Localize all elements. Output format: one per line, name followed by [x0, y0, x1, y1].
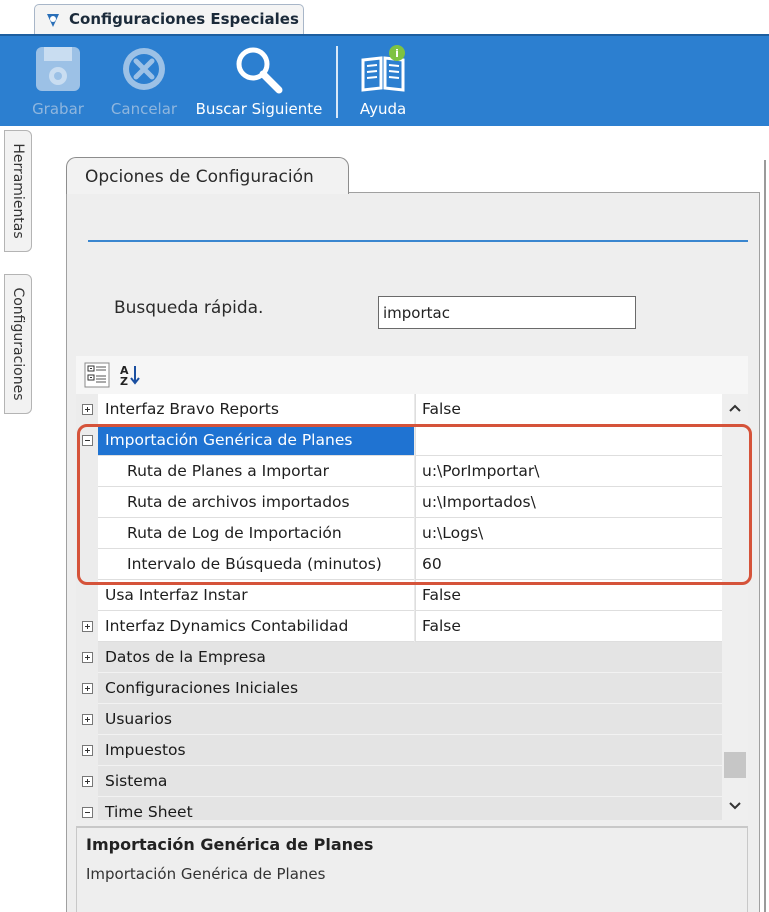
property-row[interactable]: Interfaz Dynamics Contabilidad False — [76, 611, 722, 642]
category-name: Configuraciones Iniciales — [98, 673, 722, 704]
expand-icon[interactable] — [82, 652, 93, 663]
category-row[interactable]: Datos de la Empresa — [76, 642, 722, 673]
toolbar-separator — [336, 46, 338, 118]
app-logo-icon — [47, 14, 59, 27]
svg-text:i: i — [395, 47, 399, 60]
side-tab-strip: Herramientas Configuraciones — [0, 126, 64, 912]
property-name: Ruta de Planes a Importar — [98, 456, 414, 487]
cancelar-label: Cancelar — [110, 100, 178, 118]
tab-configuraciones[interactable]: Configuraciones — [4, 274, 32, 414]
category-name: Datos de la Empresa — [98, 642, 722, 673]
ayuda-label: Ayuda — [359, 100, 407, 118]
description-text: Importación Genérica de Planes — [86, 865, 326, 883]
category-row[interactable]: Configuraciones Iniciales — [76, 673, 722, 704]
grabar-label: Grabar — [32, 100, 84, 118]
property-grid-toolbar: A Z — [76, 356, 748, 394]
category-row[interactable]: Time Sheet — [76, 797, 722, 820]
property-name: Importación Genérica de Planes — [98, 425, 414, 456]
property-value[interactable] — [415, 425, 722, 456]
tab-configuraciones-label: Configuraciones — [10, 287, 26, 401]
property-value[interactable]: False — [415, 580, 722, 611]
tab-opciones-configuracion[interactable]: Opciones de Configuración — [66, 157, 349, 194]
quick-search-label: Busqueda rápida. — [114, 298, 264, 318]
quick-search-input[interactable] — [378, 296, 636, 329]
sort-az-icon[interactable]: A Z — [116, 362, 142, 388]
property-row[interactable]: Ruta de Planes a Importar u:\PorImportar… — [76, 456, 722, 487]
category-name: Sistema — [98, 766, 722, 797]
grid-scrollbar[interactable] — [722, 394, 748, 820]
cancel-icon — [123, 48, 165, 90]
tab-herramientas[interactable]: Herramientas — [4, 130, 32, 252]
svg-text:Z: Z — [120, 375, 128, 388]
categorized-view-icon[interactable] — [84, 362, 110, 388]
category-row[interactable]: Sistema — [76, 766, 722, 797]
property-name: Interfaz Dynamics Contabilidad — [98, 611, 414, 642]
property-name: Interfaz Bravo Reports — [98, 394, 414, 425]
property-value[interactable]: 60 — [415, 549, 722, 580]
expand-icon[interactable] — [82, 683, 93, 694]
category-name: Time Sheet — [98, 797, 722, 820]
scroll-down-icon[interactable] — [722, 794, 748, 818]
property-row[interactable]: Usa Interfaz Instar False — [76, 580, 722, 611]
buscar-siguiente-label: Buscar Siguiente — [195, 100, 323, 118]
category-row[interactable]: Impuestos — [76, 735, 722, 766]
toolbar: Grabar Cancelar Buscar Siguiente i Ayuda — [0, 34, 769, 126]
expand-icon[interactable] — [82, 714, 93, 725]
property-grid: Interfaz Bravo Reports False Importación… — [76, 394, 722, 820]
property-value[interactable]: False — [415, 611, 722, 642]
help-book-icon: i — [361, 45, 405, 92]
property-name: Usa Interfaz Instar — [98, 580, 414, 611]
property-value[interactable]: False — [415, 394, 722, 425]
property-name: Ruta de archivos importados — [98, 487, 414, 518]
expand-icon[interactable] — [82, 404, 93, 415]
property-row-selected[interactable]: Importación Genérica de Planes — [76, 425, 722, 456]
description-title: Importación Genérica de Planes — [86, 835, 374, 854]
property-value[interactable]: u:\PorImportar\ — [415, 456, 722, 487]
scroll-up-icon[interactable] — [722, 396, 748, 420]
ayuda-button[interactable]: i Ayuda — [352, 36, 414, 126]
expand-icon[interactable] — [82, 776, 93, 787]
panel-right-edge — [764, 160, 766, 912]
window-title: Configuraciones Especiales — [69, 10, 299, 28]
window-title-tab[interactable]: Configuraciones Especiales — [34, 4, 304, 34]
category-name: Usuarios — [98, 704, 722, 735]
property-row[interactable]: Intervalo de Búsqueda (minutos) 60 — [76, 549, 722, 580]
grabar-button[interactable]: Grabar — [22, 36, 94, 126]
tab-herramientas-label: Herramientas — [10, 143, 26, 239]
category-row[interactable]: Usuarios — [76, 704, 722, 735]
collapse-icon[interactable] — [82, 435, 93, 446]
tab-opciones-label: Opciones de Configuración — [85, 167, 314, 187]
search-icon — [236, 47, 283, 94]
expand-icon[interactable] — [82, 745, 93, 756]
scroll-thumb[interactable] — [724, 752, 746, 778]
description-panel: Importación Genérica de Planes Importaci… — [76, 826, 748, 912]
property-value[interactable]: u:\Importados\ — [415, 487, 722, 518]
cancelar-button[interactable]: Cancelar — [104, 36, 184, 126]
property-name: Ruta de Log de Importación — [98, 518, 414, 549]
collapse-icon[interactable] — [82, 807, 93, 818]
property-name: Intervalo de Búsqueda (minutos) — [98, 549, 414, 580]
save-icon — [36, 47, 80, 91]
property-row[interactable]: Ruta de Log de Importación u:\Logs\ — [76, 518, 722, 549]
divider-line — [88, 240, 748, 242]
expand-icon[interactable] — [82, 621, 93, 632]
property-row[interactable]: Ruta de archivos importados u:\Importado… — [76, 487, 722, 518]
property-row[interactable]: Interfaz Bravo Reports False — [76, 394, 722, 425]
category-name: Impuestos — [98, 735, 722, 766]
buscar-siguiente-button[interactable]: Buscar Siguiente — [192, 36, 326, 126]
property-value[interactable]: u:\Logs\ — [415, 518, 722, 549]
